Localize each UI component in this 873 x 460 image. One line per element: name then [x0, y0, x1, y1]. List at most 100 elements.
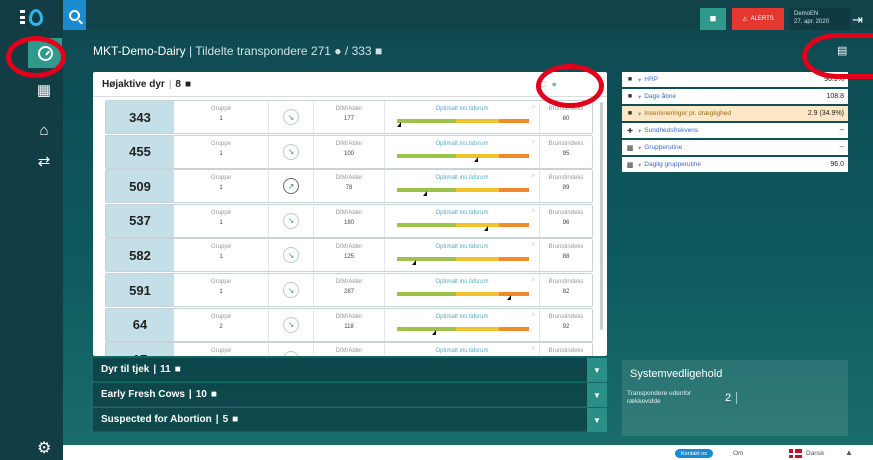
chevron-up-icon[interactable]: ▲ — [845, 448, 853, 457]
status-cell: ↘ — [269, 343, 314, 356]
table-row[interactable]: 455 Gruppe 1 ↘ DIM/Alder 100 Optimalt ins.tids… — [105, 134, 593, 169]
app-logo[interactable] — [0, 4, 63, 30]
card-title: Højaktive dyr — [102, 78, 165, 90]
animal-number[interactable]: 537 — [106, 204, 174, 237]
kpi-hrp[interactable]: ■ ▾ HRP 90.9% — [622, 72, 848, 87]
table-row[interactable]: 17 Gruppe ↘ DIM/Alder Optimalt ins.tidsrum ⌕ B… — [105, 342, 593, 356]
zoom-icon[interactable]: ⌕ — [532, 312, 535, 319]
insemination-window-cell-label: Optimalt ins.tidsrum — [435, 348, 489, 355]
system-maintenance-panel[interactable]: Systemvedligehold Transpondere udenfor r… — [622, 360, 848, 436]
kpi-days-open[interactable]: ■ ▾ Dage åbne 108.8 — [622, 89, 848, 104]
zoom-icon[interactable]: ⌕ — [532, 208, 535, 215]
zoom-icon[interactable]: ⌕ — [532, 173, 535, 180]
search-button[interactable] — [63, 0, 86, 30]
zoom-icon[interactable]: ⌕ — [532, 277, 535, 284]
alerts-button[interactable]: ⚠ ALERTS — [732, 8, 784, 30]
gauge-icon[interactable]: ↘ — [283, 109, 299, 125]
animal-number[interactable]: 64 — [106, 308, 174, 341]
chevron-down-icon[interactable]: ▼ — [587, 358, 607, 382]
dim-cell-label: DIM/Alder — [335, 209, 363, 216]
accordion-count: 5 — [222, 414, 229, 425]
gauge-icon[interactable]: ↘ — [283, 351, 299, 356]
table-row[interactable]: 537 Gruppe 1 ↘ DIM/Alder 180 Optimalt ins.tids… — [105, 203, 593, 238]
timing-bar — [397, 326, 529, 331]
dim-cell-label: DIM/Alder — [335, 244, 363, 251]
kpi-health[interactable]: ✚ ▾ Sundhedsfrekvens -- — [622, 123, 848, 138]
group-cell-label: Gruppe — [210, 175, 231, 182]
animal-number[interactable]: 509 — [106, 170, 174, 203]
heat-index-cell-value: 60 — [562, 116, 570, 122]
about-link[interactable]: Om — [733, 450, 743, 457]
sidebar-item-barn[interactable]: ⌂ — [29, 115, 59, 145]
document-icon[interactable]: □ — [540, 79, 545, 89]
logout-icon[interactable]: ⇥ — [852, 12, 863, 28]
zoom-icon[interactable]: ⌕ — [532, 139, 535, 146]
table-row[interactable]: 591 Gruppe 1 ↘ DIM/Alder 287 Optimalt ins.tids… — [105, 273, 593, 307]
dim-cell: DIM/Alder 287 — [314, 274, 385, 306]
user-box[interactable]: DemoEN 27. apr. 2020 — [790, 8, 850, 30]
animal-number[interactable]: 343 — [106, 101, 174, 133]
table-row[interactable]: 509 Gruppe 1 ↗ DIM/Alder 78 Optimalt ins.tidsr… — [105, 169, 593, 204]
insemination-window-cell: Optimalt ins.tidsrum ⌕ — [385, 274, 540, 306]
group-cell: Gruppe 1 — [174, 101, 269, 133]
dim-cell: DIM/Alder 100 — [314, 135, 385, 168]
zoom-icon[interactable]: ⌕ — [532, 346, 535, 353]
cow-button[interactable]: ■ — [700, 8, 726, 30]
table-row[interactable]: 64 Gruppe 2 ↘ DIM/Alder 118 Optimalt ins.tidsr… — [105, 307, 593, 342]
card-separator: | — [168, 78, 172, 90]
drop-logo-icon — [29, 8, 43, 26]
kpi-group-routine[interactable]: ▩ ▾ Grupperutine -- — [622, 140, 848, 155]
group-cell-label: Gruppe — [210, 244, 231, 251]
language-select[interactable]: Dansk — [806, 450, 824, 457]
sidebar-item-dashboard[interactable] — [28, 38, 62, 68]
chevron-down-icon[interactable]: ▼ — [587, 408, 607, 432]
gauge-icon[interactable]: ↘ — [283, 143, 299, 160]
sidebar-item-hand-cow[interactable]: ⇄ — [29, 146, 59, 176]
insemination-window-cell-label: Optimalt ins.tidsrum — [435, 106, 489, 112]
chevron-down-icon[interactable]: ▼ — [587, 383, 607, 407]
animal-number[interactable]: 455 — [106, 135, 174, 168]
heat-index-cell-label: Brunstindeks — [548, 348, 584, 355]
dim-cell-label: DIM/Alder — [335, 348, 363, 355]
calendar-icon: ▩ — [626, 144, 634, 152]
accordion-suspected-abortion[interactable]: Suspected for Abortion | 5 ■ ▼ — [93, 408, 607, 432]
gauge-icon[interactable]: ↘ — [283, 212, 299, 229]
table-row[interactable]: 343 Gruppe 1 ↘ DIM/Alder 177 Optimalt ins.tids… — [105, 100, 593, 134]
accordion-separator: | — [215, 414, 219, 425]
person-icon[interactable]: ● — [551, 79, 556, 89]
timing-bar — [397, 188, 529, 193]
accordion-count: 10 — [195, 389, 207, 400]
dim-cell-label: DIM/Alder — [335, 175, 363, 182]
zoom-icon[interactable]: ⌕ — [532, 242, 535, 249]
animal-number[interactable]: 17 — [106, 343, 174, 356]
heat-index-cell-label: Brunstindeks — [548, 106, 584, 112]
accordion-dyr-til-tjek[interactable]: Dyr til tjek | 11 ■ ▼ — [93, 358, 607, 382]
contact-button[interactable]: Kontakt os — [675, 449, 713, 458]
cow-icon: ■ — [174, 364, 181, 375]
accordion-early-fresh-cows[interactable]: Early Fresh Cows | 10 ■ ▼ — [93, 383, 607, 407]
gear-icon[interactable]: ⚙ — [37, 438, 51, 458]
group-cell-value: 1 — [219, 150, 223, 157]
group-cell-label: Gruppe — [210, 209, 231, 216]
layout-toggle-icon[interactable]: ▤ — [837, 44, 847, 57]
gauge-icon[interactable]: ↘ — [283, 316, 299, 333]
cow-icon: ■ — [627, 110, 633, 117]
gauge-icon[interactable]: ↘ — [283, 247, 299, 264]
left-sidebar: ▦ ⌂ ⇄ ⚙ — [0, 0, 63, 460]
kpi-daily-group-routine[interactable]: ▩ ▾ Daglig grupperutine 96.0 — [622, 157, 848, 172]
heat-index-cell-label: Brunstindeks — [548, 279, 584, 285]
kpi-inseminations[interactable]: ■ ▾ Insemineringer pr. drægtighed 2.9 (3… — [622, 106, 848, 121]
rocket-icon[interactable]: ↗ — [283, 178, 299, 195]
accordion-title: Suspected for Abortion — [101, 414, 212, 425]
zoom-icon[interactable]: ⌕ — [532, 104, 535, 111]
animal-number[interactable]: 582 — [106, 239, 174, 272]
card-header[interactable]: Højaktive dyr | 8 ■ □ ● — [93, 72, 607, 97]
animal-number[interactable]: 591 — [106, 274, 174, 306]
group-cell-label: Gruppe — [210, 348, 231, 355]
alerts-label: ALERTS — [750, 16, 774, 22]
sidebar-item-building[interactable]: ▦ — [29, 75, 59, 105]
card-scrollbar[interactable] — [600, 102, 603, 330]
gauge-icon[interactable]: ↘ — [283, 282, 299, 298]
table-row[interactable]: 582 Gruppe 1 ↘ DIM/Alder 125 Optimalt ins.tids… — [105, 238, 593, 273]
heat-index-cell: Brunstindeks 88 — [540, 239, 592, 271]
